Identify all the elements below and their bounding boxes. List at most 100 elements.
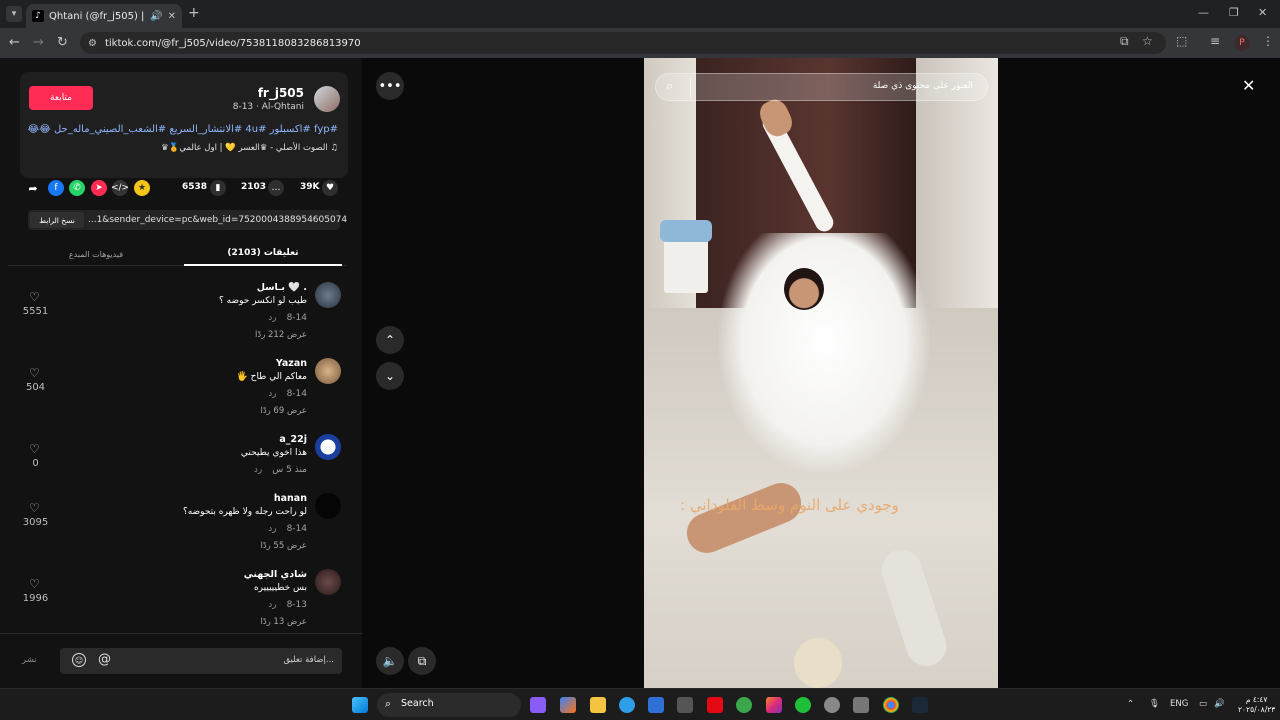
language-indicator[interactable]: ENG — [1170, 699, 1188, 709]
comment-like-icon[interactable]: ♡ — [29, 366, 40, 380]
music-link[interactable]: ♫ الصوت الأصلي - ♛العسر 💛 | اول عالمي🏅♛ — [161, 143, 338, 153]
view-replies[interactable]: عرض 13 ردًا — [260, 617, 307, 627]
close-video-icon[interactable]: ✕ — [1242, 76, 1255, 95]
like-heart-icon[interactable]: ♥ — [322, 180, 338, 196]
next-video-icon[interactable]: ⌄ — [376, 362, 404, 390]
reply-link[interactable]: رد — [268, 313, 276, 323]
network-icon[interactable]: ▭ — [1199, 699, 1207, 709]
related-search-bar[interactable]: ⌕ العثور على محتوى ذي صلة — [655, 73, 988, 101]
chrome-icon[interactable] — [883, 697, 899, 713]
commenter-name[interactable]: hanan — [274, 493, 307, 504]
bookmark-icon[interactable]: ▮ — [210, 180, 226, 196]
commenter-avatar[interactable] — [315, 282, 341, 308]
copy-link-button[interactable]: نسخ الرابط — [30, 212, 84, 228]
comment-like-icon[interactable]: ♡ — [29, 501, 40, 515]
emoji-icon[interactable]: ☺ — [72, 653, 86, 667]
start-icon[interactable] — [352, 697, 368, 713]
comment-like-count: 5551 — [22, 306, 49, 317]
more-options-icon[interactable]: ••• — [376, 72, 404, 100]
file-explorer-icon[interactable] — [590, 697, 606, 713]
comment-like-icon[interactable]: ♡ — [29, 290, 40, 304]
app-icon[interactable] — [677, 697, 693, 713]
reply-link[interactable]: رد — [268, 524, 276, 534]
scene-bag — [660, 220, 712, 242]
cast-icon[interactable]: ⧉ — [1120, 34, 1129, 49]
picture-in-picture-icon[interactable]: ⧉ — [408, 647, 436, 675]
gift-icon[interactable]: ★ — [134, 180, 150, 196]
volume-icon[interactable]: 🔈 — [376, 647, 404, 675]
instagram-icon[interactable] — [766, 697, 782, 713]
sticker-app-icon[interactable] — [795, 697, 811, 713]
commenter-avatar[interactable] — [315, 434, 341, 460]
reload-icon[interactable]: ↻ — [57, 35, 68, 50]
video-player[interactable]: وجودي على النوم وسط الفلوداني : — [644, 58, 998, 688]
netflix-icon[interactable] — [707, 697, 723, 713]
share-icon[interactable]: ➦ — [25, 180, 41, 196]
post-comment-button[interactable]: نشر — [22, 655, 37, 665]
commenter-name[interactable]: شادي الجهني — [244, 569, 307, 580]
system-clock[interactable]: ٤:٤٧ م ٢٠٢٥/٠٨/٢٣ — [1238, 695, 1275, 715]
commenter-avatar[interactable] — [315, 493, 341, 519]
xbox-icon[interactable] — [736, 697, 752, 713]
settings-gear-icon[interactable] — [853, 697, 869, 713]
commenter-avatar[interactable] — [315, 358, 341, 384]
new-tab-button[interactable]: + — [188, 5, 200, 21]
search-icon[interactable]: ⌕ — [666, 79, 673, 94]
tray-chevron-icon[interactable]: ⌃ — [1127, 699, 1134, 709]
commenter-name[interactable]: بـاسل 🤍 . — [257, 282, 307, 293]
extensions-icon[interactable]: ⬚ — [1176, 34, 1187, 48]
tab-creator-videos[interactable]: فيديوهات المبدع — [8, 242, 184, 266]
url-text[interactable]: tiktok.com/@fr_j505/video/75381180832868… — [105, 38, 361, 49]
commenter-avatar[interactable] — [315, 569, 341, 595]
tab-comments[interactable]: تعليقات (2103) — [184, 242, 342, 266]
reply-link[interactable]: رد — [268, 389, 276, 399]
comment-date: 8-13 — [286, 600, 307, 610]
commenter-name[interactable]: Yazan — [276, 358, 307, 369]
view-replies[interactable]: عرض 69 ردًا — [260, 406, 307, 416]
tab-audio-icon[interactable]: 🔊 — [150, 11, 162, 22]
whatsapp-share-icon[interactable]: ✆ — [69, 180, 85, 196]
menu-icon[interactable]: ⋮ — [1262, 34, 1274, 48]
commenter-name[interactable]: a_22j — [279, 434, 307, 445]
store-icon[interactable] — [648, 697, 664, 713]
performance-icon[interactable] — [824, 697, 840, 713]
author-username[interactable]: fr_j505 — [258, 86, 304, 100]
back-icon[interactable]: ← — [9, 35, 20, 50]
profile-avatar[interactable]: P — [1234, 35, 1250, 51]
edge-icon[interactable] — [619, 697, 635, 713]
comment-like-icon[interactable]: ♡ — [29, 577, 40, 591]
send-share-icon[interactable]: ➤ — [91, 180, 107, 196]
comment-like-count: 504 — [25, 382, 46, 393]
comment-like-icon[interactable]: ♡ — [29, 442, 40, 456]
browser-tab-tiktok[interactable]: ♪ Qhtani (@fr_j505) | TikTok 🔊 ✕ — [26, 4, 182, 28]
facebook-share-icon[interactable]: f — [48, 180, 64, 196]
copilot-icon[interactable] — [560, 697, 576, 713]
reply-link[interactable]: رد — [268, 600, 276, 610]
taskbar-search[interactable]: ⌕ Search — [377, 693, 521, 717]
mention-icon[interactable]: @ — [98, 652, 111, 667]
view-replies[interactable]: عرض 55 ردًا — [260, 541, 307, 551]
address-bar[interactable]: ⚙ tiktok.com/@fr_j505/video/753811808328… — [80, 32, 1166, 54]
maximize-icon[interactable]: ❐ — [1229, 6, 1239, 19]
microphone-icon[interactable]: 🎙 — [1149, 699, 1160, 709]
comment-input[interactable]: ☺ @ إضافة تعليق... — [60, 648, 342, 674]
steam-icon[interactable] — [912, 697, 928, 713]
view-replies[interactable]: عرض 212 ردًا — [255, 330, 307, 340]
forward-icon[interactable]: → — [33, 35, 44, 50]
comment-icon[interactable]: … — [268, 180, 284, 196]
previous-video-icon[interactable]: ⌃ — [376, 326, 404, 354]
minimize-icon[interactable]: — — [1198, 6, 1209, 19]
bookmark-star-icon[interactable]: ☆ — [1142, 34, 1153, 48]
window-close-icon[interactable]: ✕ — [1258, 6, 1267, 19]
site-info-icon[interactable]: ⚙ — [88, 38, 97, 49]
author-avatar[interactable] — [314, 86, 340, 112]
discord-icon[interactable] — [530, 697, 546, 713]
embed-icon[interactable]: </> — [111, 180, 129, 196]
media-icon[interactable]: ≡ — [1210, 34, 1220, 48]
tab-close-icon[interactable]: ✕ — [168, 11, 176, 22]
share-link-url[interactable]: ...1&sender_device=pc&web_id=75200043889… — [88, 215, 347, 225]
reply-link[interactable]: رد — [254, 465, 262, 475]
volume-tray-icon[interactable]: 🔊 — [1214, 699, 1225, 709]
tab-search-icon[interactable]: ▾ — [6, 6, 22, 22]
follow-button[interactable]: متابعة — [29, 86, 93, 110]
